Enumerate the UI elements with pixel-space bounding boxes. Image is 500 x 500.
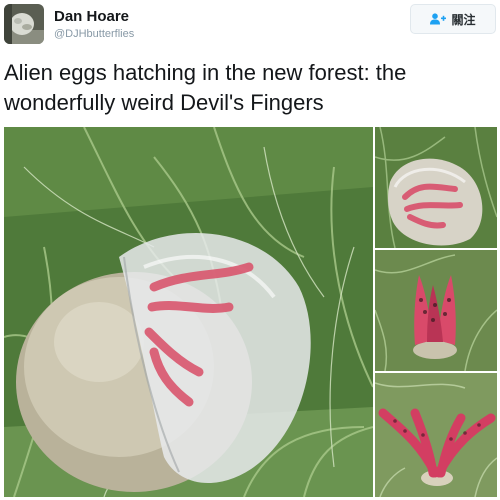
fingers-photo-image [375,373,497,497]
follow-button-label: 關注 [451,12,476,27]
tweet-photo-egg[interactable] [4,127,373,497]
tweet-photo-fingers[interactable] [375,373,497,497]
add-user-icon [430,13,447,25]
emerging-photo-image [375,250,497,371]
avatar[interactable] [4,4,44,44]
tweet-photo-emerging[interactable] [375,250,497,371]
tweet-photo-hatching[interactable] [375,127,497,248]
egg-photo-image [4,127,373,497]
tweet-media [4,127,497,497]
tweet-text: Alien eggs hatching in the new forest: t… [4,60,407,115]
follow-button[interactable]: 關注 [410,4,496,34]
avatar-image [4,4,44,44]
user-handle[interactable]: @DJHbutterflies [54,28,134,40]
user-name[interactable]: Dan Hoare [54,8,129,25]
hatching-photo-image [375,127,497,248]
